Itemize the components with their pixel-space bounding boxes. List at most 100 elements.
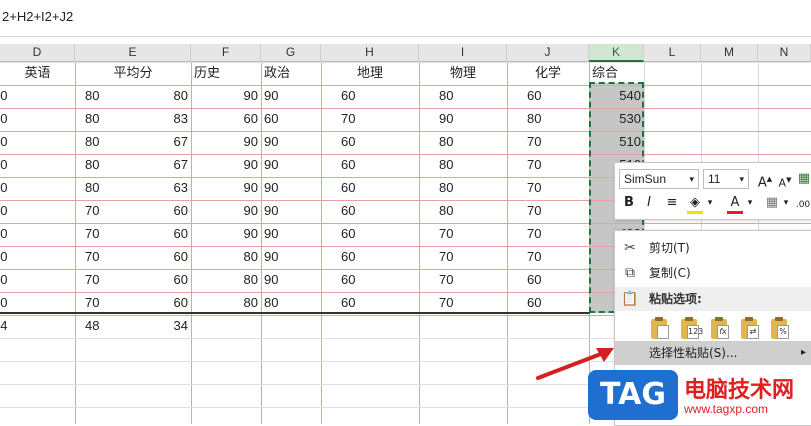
paste-formulas-icon[interactable]: fx: [707, 315, 731, 341]
table-cell[interactable]: 60: [321, 200, 419, 223]
align-center-icon[interactable]: ≡: [663, 194, 681, 212]
paste-formatting-icon[interactable]: %: [767, 315, 791, 341]
table-cell[interactable]: 70: [321, 108, 419, 131]
header-cell[interactable]: 政治: [261, 62, 321, 85]
table-cell[interactable]: 60: [507, 85, 589, 108]
table-cell[interactable]: 80: [191, 246, 261, 269]
italic-button[interactable]: I: [641, 194, 657, 212]
table-cell[interactable]: 60: [0, 246, 30, 269]
format-style-icon[interactable]: ▦: [797, 170, 811, 188]
paste-values-icon[interactable]: 123: [677, 315, 703, 341]
table-cell[interactable]: 70: [75, 269, 133, 292]
header-cell[interactable]: 平均分: [75, 62, 191, 85]
table-cell[interactable]: 80: [419, 200, 507, 223]
summary-cell[interactable]: 48: [75, 315, 133, 338]
table-cell[interactable]: 60: [0, 223, 30, 246]
chevron-down-icon[interactable]: ▾: [781, 194, 791, 212]
table-cell[interactable]: 90: [261, 131, 321, 154]
shrink-font-button[interactable]: A▼: [775, 171, 795, 193]
table-cell[interactable]: 80: [419, 85, 507, 108]
table-cell[interactable]: 80: [191, 269, 261, 292]
table-cell[interactable]: 83: [133, 108, 191, 131]
borders-icon[interactable]: ▦: [763, 194, 781, 212]
table-cell[interactable]: 80: [419, 154, 507, 177]
summary-cell[interactable]: 24: [0, 315, 30, 338]
column-header-g[interactable]: G: [261, 44, 321, 62]
column-header-h[interactable]: H: [321, 44, 419, 62]
column-header-m[interactable]: M: [701, 44, 758, 62]
column-header-e[interactable]: E: [75, 44, 191, 62]
table-cell[interactable]: 80: [75, 154, 133, 177]
table-cell[interactable]: 60: [0, 200, 30, 223]
menu-item-paste-special[interactable]: 选择性粘贴(S)... ▸: [615, 341, 811, 365]
table-cell[interactable]: 70: [507, 246, 589, 269]
table-cell[interactable]: 60: [321, 269, 419, 292]
table-cell[interactable]: 60: [261, 108, 321, 131]
header-cell[interactable]: 化学: [507, 62, 589, 85]
table-cell[interactable]: 70: [0, 85, 30, 108]
menu-item-copy[interactable]: ⧉ 复制(C): [615, 261, 811, 285]
column-header-n[interactable]: N: [758, 44, 811, 62]
table-cell[interactable]: 60: [321, 85, 419, 108]
bold-button[interactable]: B: [621, 194, 637, 212]
table-cell[interactable]: 60: [133, 246, 191, 269]
table-cell[interactable]: 90: [261, 85, 321, 108]
table-cell[interactable]: 60: [321, 131, 419, 154]
table-cell[interactable]: 60: [133, 269, 191, 292]
table-cell[interactable]: 70: [507, 177, 589, 200]
table-cell[interactable]: 80: [507, 108, 589, 131]
font-name-select[interactable]: SimSun ▾: [619, 169, 699, 189]
table-cell[interactable]: 60: [321, 154, 419, 177]
table-cell[interactable]: 60: [321, 223, 419, 246]
fill-color-button[interactable]: ◈: [685, 194, 705, 214]
table-cell[interactable]: 60: [321, 177, 419, 200]
table-cell[interactable]: 70: [507, 154, 589, 177]
column-header-k[interactable]: K: [589, 44, 644, 62]
column-header-i[interactable]: I: [419, 44, 507, 62]
column-header-d[interactable]: D: [0, 44, 75, 62]
font-color-button[interactable]: A: [725, 194, 745, 214]
table-cell[interactable]: 90: [261, 200, 321, 223]
table-cell[interactable]: 60: [507, 269, 589, 292]
table-cell[interactable]: 90: [191, 200, 261, 223]
table-cell[interactable]: 70: [507, 131, 589, 154]
table-cell[interactable]: 70: [75, 200, 133, 223]
table-cell[interactable]: 60: [133, 200, 191, 223]
chevron-down-icon[interactable]: ▾: [745, 194, 755, 212]
table-cell[interactable]: 90: [261, 177, 321, 200]
summary-cell[interactable]: 34: [133, 315, 191, 338]
table-cell[interactable]: 60: [191, 108, 261, 131]
table-cell[interactable]: 90: [261, 154, 321, 177]
table-cell[interactable]: 80: [75, 108, 133, 131]
table-cell[interactable]: 70: [0, 154, 30, 177]
table-cell[interactable]: 90: [0, 108, 30, 131]
paste-transpose-icon[interactable]: ⇄: [737, 315, 761, 341]
column-header-j[interactable]: J: [507, 44, 589, 62]
table-cell[interactable]: 80: [0, 177, 30, 200]
table-cell[interactable]: 60: [133, 223, 191, 246]
header-cell[interactable]: 物理: [419, 62, 507, 85]
table-cell[interactable]: 70: [75, 246, 133, 269]
header-cell[interactable]: 英语: [0, 62, 75, 85]
table-cell[interactable]: 90: [191, 131, 261, 154]
header-cell[interactable]: 地理: [321, 62, 419, 85]
paste-icon[interactable]: [647, 315, 671, 341]
table-cell[interactable]: 60: [0, 269, 30, 292]
table-cell[interactable]: 90: [191, 85, 261, 108]
table-cell[interactable]: 70: [507, 223, 589, 246]
table-cell[interactable]: 80: [75, 85, 133, 108]
table-cell[interactable]: 63: [133, 177, 191, 200]
chevron-down-icon[interactable]: ▾: [705, 194, 715, 212]
number-format-button[interactable]: .00: [793, 196, 811, 214]
table-cell[interactable]: 67: [133, 131, 191, 154]
table-cell[interactable]: 70: [507, 200, 589, 223]
table-cell[interactable]: 90: [191, 223, 261, 246]
table-cell[interactable]: 80: [419, 131, 507, 154]
table-cell[interactable]: 90: [261, 246, 321, 269]
table-cell[interactable]: 70: [419, 223, 507, 246]
table-cell[interactable]: 90: [191, 154, 261, 177]
table-cell[interactable]: 90: [261, 223, 321, 246]
table-cell[interactable]: 70: [419, 269, 507, 292]
column-header-f[interactable]: F: [191, 44, 261, 62]
table-cell[interactable]: 80: [419, 177, 507, 200]
